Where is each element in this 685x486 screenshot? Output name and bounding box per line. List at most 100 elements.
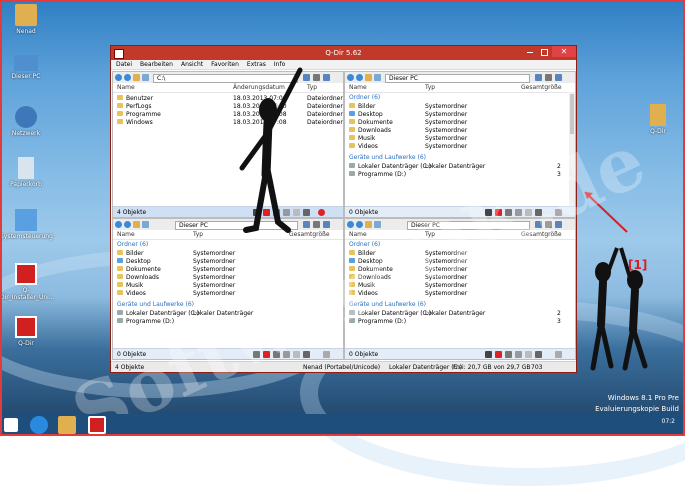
- properties-icon[interactable]: [303, 351, 310, 358]
- properties-icon[interactable]: [535, 351, 542, 358]
- paste-icon[interactable]: [525, 209, 532, 216]
- cut-icon[interactable]: [505, 351, 512, 358]
- view-icon[interactable]: [374, 221, 381, 228]
- sync-icon[interactable]: [323, 221, 330, 228]
- desktop-icon-recycle-bin[interactable]: Papierkorb: [0, 157, 52, 188]
- copy-icon[interactable]: [283, 351, 290, 358]
- delete-icon[interactable]: [495, 209, 502, 216]
- view-icon[interactable]: [142, 221, 149, 228]
- back-icon[interactable]: [115, 221, 122, 228]
- scroll-thumb[interactable]: [570, 94, 574, 134]
- list-item[interactable]: Videos Systemordner: [113, 290, 343, 298]
- address-bar[interactable]: Dieser PC: [407, 221, 530, 230]
- back-icon[interactable]: [347, 221, 354, 228]
- group-header[interactable]: Ordner (6): [345, 241, 575, 249]
- sync-icon[interactable]: [323, 74, 330, 81]
- sync-icon[interactable]: [555, 221, 562, 228]
- list-item[interactable]: Videos Systemordner: [345, 290, 575, 298]
- address-bar[interactable]: Dieser PC: [385, 74, 530, 83]
- list-item[interactable]: Lokaler Datenträger (C:) Lokaler Datenträ…: [345, 310, 575, 318]
- menu-ansicht[interactable]: Ansicht: [181, 61, 203, 68]
- group-header[interactable]: Ordner (6): [345, 94, 575, 102]
- folder-up-icon[interactable]: [133, 74, 140, 81]
- list-item[interactable]: Desktop Systemordner: [345, 258, 575, 266]
- column-name[interactable]: Name: [349, 84, 367, 91]
- list-item[interactable]: Lokaler Datenträger (C:) Lokaler Datenträ…: [345, 163, 575, 171]
- forward-icon[interactable]: [124, 74, 131, 81]
- forward-icon[interactable]: [124, 221, 131, 228]
- menu-icon[interactable]: [545, 74, 552, 81]
- filter-icon[interactable]: [253, 351, 260, 358]
- column-type[interactable]: Typ: [425, 84, 435, 91]
- list-item[interactable]: Downloads Systemordner: [113, 274, 343, 282]
- cut-icon[interactable]: [505, 209, 512, 216]
- ie-icon[interactable]: [30, 416, 48, 434]
- list-item[interactable]: Videos Systemordner: [345, 143, 575, 151]
- view-mode-icon[interactable]: [535, 221, 542, 228]
- desktop-icon-qdir[interactable]: Q-Dir: [0, 316, 52, 347]
- forward-icon[interactable]: [356, 74, 363, 81]
- column-size[interactable]: Gesamtgröße: [521, 231, 562, 238]
- sync-icon[interactable]: [555, 74, 562, 81]
- filter-icon[interactable]: [485, 351, 492, 358]
- delete-icon[interactable]: [263, 351, 270, 358]
- folder-up-icon[interactable]: [365, 74, 372, 81]
- qdir-taskbar-icon[interactable]: [88, 416, 106, 434]
- list-item[interactable]: Dokumente Systemordner: [113, 266, 343, 274]
- group-header[interactable]: Ordner (6): [113, 241, 343, 249]
- list-item[interactable]: Programme (D:): [113, 318, 343, 326]
- copy-icon[interactable]: [515, 209, 522, 216]
- column-size[interactable]: Gesamtgröße: [521, 84, 562, 91]
- group-header[interactable]: Geräte und Laufwerke (6): [345, 154, 575, 162]
- view-icon[interactable]: [374, 74, 381, 81]
- properties-icon[interactable]: [535, 209, 542, 216]
- group-header[interactable]: Geräte und Laufwerke (6): [113, 301, 343, 309]
- column-name[interactable]: Name: [117, 84, 135, 91]
- paste-icon[interactable]: [293, 351, 300, 358]
- window-titlebar[interactable]: Q-Dir 5.62 ✕: [111, 46, 576, 60]
- column-type[interactable]: Typ: [425, 231, 435, 238]
- back-icon[interactable]: [115, 74, 122, 81]
- copy-icon[interactable]: [515, 351, 522, 358]
- options-icon[interactable]: [555, 209, 562, 216]
- clock[interactable]: 07:2: [662, 418, 675, 425]
- column-type[interactable]: Typ: [193, 231, 203, 238]
- list-item[interactable]: Musik Systemordner: [345, 282, 575, 290]
- menu-datei[interactable]: Datei: [116, 61, 132, 68]
- forward-icon[interactable]: [356, 221, 363, 228]
- explorer-icon[interactable]: [58, 416, 76, 434]
- cut-icon[interactable]: [273, 351, 280, 358]
- delete-icon[interactable]: [495, 351, 502, 358]
- list-item[interactable]: Downloads Systemordner: [345, 274, 575, 282]
- list-item[interactable]: Bilder Systemordner: [345, 103, 575, 111]
- group-header[interactable]: Geräte und Laufwerke (6): [345, 301, 575, 309]
- maximize-button[interactable]: [538, 46, 550, 57]
- list-item[interactable]: Programme (D:) 3: [345, 171, 575, 179]
- filter-icon[interactable]: [485, 209, 492, 216]
- list-item[interactable]: Dokumente Systemordner: [345, 119, 575, 127]
- desktop-icon-control-panel[interactable]: Systemsteuerung: [0, 209, 53, 240]
- menu-icon[interactable]: [545, 221, 552, 228]
- desktop-icon-user[interactable]: Nenad: [0, 4, 52, 35]
- folder-up-icon[interactable]: [365, 221, 372, 228]
- desktop-icon-network[interactable]: Netzwerk: [0, 106, 52, 137]
- column-name[interactable]: Name: [117, 231, 135, 238]
- list-item[interactable]: Programme (D:) 3: [345, 318, 575, 326]
- column-name[interactable]: Name: [349, 231, 367, 238]
- options-icon[interactable]: [323, 351, 330, 358]
- options-icon[interactable]: [555, 351, 562, 358]
- menu-bearbeiten[interactable]: Bearbeiten: [140, 61, 173, 68]
- back-icon[interactable]: [347, 74, 354, 81]
- view-mode-icon[interactable]: [535, 74, 542, 81]
- desktop-icon-qdir-installer[interactable]: Q-Dir_Installer_Uni...: [0, 263, 55, 301]
- record-icon[interactable]: [318, 209, 325, 216]
- view-icon[interactable]: [142, 74, 149, 81]
- list-item[interactable]: Bilder Systemordner: [345, 250, 575, 258]
- start-button[interactable]: [4, 418, 18, 432]
- close-button[interactable]: ✕: [552, 46, 576, 57]
- desktop-icon-this-pc[interactable]: Dieser PC: [0, 55, 52, 80]
- list-item[interactable]: Dokumente Systemordner: [345, 266, 575, 274]
- list-item[interactable]: Desktop Systemordner: [113, 258, 343, 266]
- list-item[interactable]: Bilder Systemordner: [113, 250, 343, 258]
- list-item[interactable]: Downloads Systemordner: [345, 127, 575, 135]
